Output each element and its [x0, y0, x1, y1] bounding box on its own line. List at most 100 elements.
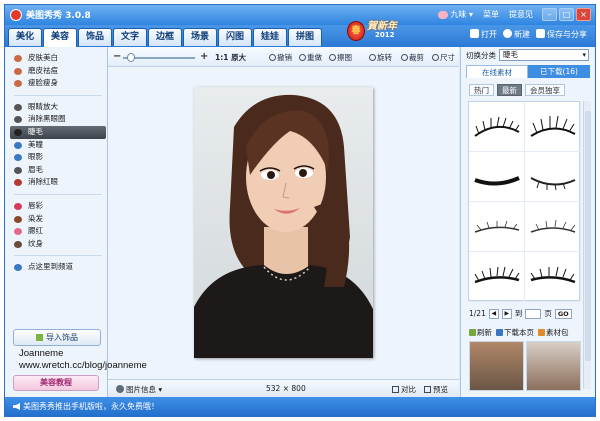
close-icon[interactable]: ×: [576, 8, 591, 21]
material-scrollbar[interactable]: [583, 101, 591, 389]
tab-doll[interactable]: 娃娃: [253, 28, 287, 46]
eyelash-item[interactable]: [469, 202, 525, 252]
editor-area: − + 1:1 原大 撤销 重做 擦图 旋转 裁剪 尺寸 图片信息 ▾ 532 …: [108, 47, 459, 397]
arrow-icon: [14, 264, 22, 272]
photo-watermark: Joanneme www.wretch.cc/blog/joanneme: [19, 348, 147, 371]
feedback-link[interactable]: 提意见: [509, 9, 533, 20]
eyelash-item[interactable]: [469, 252, 525, 302]
image-info-dropdown[interactable]: 图片信息 ▾: [116, 384, 162, 395]
lips-icon: [14, 202, 22, 210]
tab-downloaded[interactable]: 已下载(16): [528, 65, 590, 78]
go-button[interactable]: GO: [554, 308, 572, 319]
blush-icon: [14, 228, 22, 236]
subtab-newest[interactable]: 最新: [497, 84, 522, 96]
zoom-in-icon[interactable]: +: [200, 51, 208, 62]
portrait-image: [194, 87, 373, 358]
menu-skin-smoothing[interactable]: 磨皮祛痘: [10, 65, 106, 78]
material-source-tabs: 在线素材 已下载(16): [466, 65, 590, 78]
save-share-button[interactable]: 保存与分享: [536, 29, 587, 40]
face-icon: [14, 67, 22, 75]
refresh-button[interactable]: 刷新: [469, 327, 492, 338]
zoom-slider-thumb[interactable]: [126, 53, 135, 62]
menu-eyebrow[interactable]: 眉毛: [10, 164, 106, 177]
tutorial-button[interactable]: 美容教程: [13, 375, 99, 391]
crop-button[interactable]: 裁剪: [401, 52, 424, 63]
eye-icon: [14, 141, 22, 149]
tab-flash[interactable]: 闪图: [218, 28, 252, 46]
menu-skin-whitening[interactable]: 皮肤美白: [10, 52, 106, 65]
cosmetic-menu: 皮肤美白 磨皮祛痘 瘦脸瘦身 眼睛放大 消除黑眼圈 睫毛 美瞳 眼影 眉毛 消除…: [10, 52, 106, 274]
preview-icon: [424, 386, 431, 393]
tab-scene[interactable]: 场景: [183, 28, 217, 46]
prev-page-button[interactable]: ◀: [488, 308, 499, 319]
minimize-icon[interactable]: –: [542, 8, 557, 21]
menu-eyeshadow[interactable]: 眼影: [10, 151, 106, 164]
preview-button[interactable]: 预览: [424, 384, 448, 395]
compare-button[interactable]: 对比: [392, 384, 416, 395]
eyelash-item[interactable]: [525, 152, 581, 202]
user-menu[interactable]: 九味 ▾: [438, 9, 473, 20]
menu-tattoo[interactable]: 纹身: [10, 238, 106, 251]
material-pack-button[interactable]: 素材包: [538, 327, 569, 338]
material-actions: 刷新 下载本页 素材包: [469, 327, 569, 338]
app-title: 美图秀秀 3.0.8: [26, 11, 91, 21]
actual-size-button[interactable]: 1:1 原大: [215, 52, 246, 63]
tab-accessories[interactable]: 饰品: [78, 28, 112, 46]
portrait-photo[interactable]: [194, 87, 373, 358]
menu-slimming[interactable]: 瘦脸瘦身: [10, 77, 106, 90]
tab-text[interactable]: 文字: [113, 28, 147, 46]
rotate-button[interactable]: 旋转: [369, 52, 392, 63]
eyelash-item[interactable]: [525, 252, 581, 302]
redo-button[interactable]: 重做: [299, 52, 322, 63]
tab-collage[interactable]: 拼图: [288, 28, 322, 46]
eye-icon: [14, 154, 22, 162]
menu-dark-circles[interactable]: 消除黑眼圈: [10, 113, 106, 126]
size-button[interactable]: 尺寸: [432, 52, 455, 63]
image-dimensions: 532 × 800: [266, 384, 306, 393]
menu-lip-color[interactable]: 唇彩: [10, 200, 106, 213]
redo-icon: [299, 54, 306, 61]
maximize-icon[interactable]: □: [559, 8, 574, 21]
menu-blush[interactable]: 腮红: [10, 225, 106, 238]
tab-online-materials[interactable]: 在线素材: [466, 65, 528, 78]
scrollbar-thumb[interactable]: [585, 111, 591, 361]
tab-cosmetic[interactable]: 美容: [43, 28, 77, 47]
import-icon: [36, 334, 43, 341]
tab-frame[interactable]: 边框: [148, 28, 182, 46]
subtab-hot[interactable]: 热门: [469, 84, 494, 96]
eyelash-item[interactable]: [469, 102, 525, 152]
tab-beautify[interactable]: 美化: [8, 28, 42, 46]
rotate-icon: [369, 54, 376, 61]
subtab-members[interactable]: 会员独享: [525, 84, 565, 96]
eyelash-item[interactable]: [469, 152, 525, 202]
hair-icon: [14, 215, 22, 223]
category-select[interactable]: 睫毛 ▾: [499, 49, 589, 61]
menu-eye-enlarge[interactable]: 眼睛放大: [10, 101, 106, 114]
zoom-out-icon[interactable]: −: [113, 51, 121, 62]
download-page-button[interactable]: 下载本页: [496, 327, 534, 338]
new-button[interactable]: 新建: [503, 29, 530, 40]
eraser-button[interactable]: 擦图: [329, 52, 352, 63]
open-button[interactable]: 打开: [470, 29, 497, 40]
eyelash-item[interactable]: [525, 202, 581, 252]
import-accessory-button[interactable]: 导入饰品: [13, 329, 101, 346]
undo-button[interactable]: 撤销: [269, 52, 292, 63]
menu-contact-lens[interactable]: 美瞳: [10, 139, 106, 152]
title-right-menu: 九味 ▾ 菜单 提意见: [438, 9, 533, 20]
notice-link[interactable]: 美图秀秀推出手机版啦，永久免费哦！: [13, 401, 159, 412]
main-tab-bar: 美化 美容 饰品 文字 边框 场景 闪图 娃娃 拼图 春 賀新年 2012 打开…: [5, 21, 595, 47]
next-page-button[interactable]: ▶: [501, 308, 512, 319]
menu-red-eye[interactable]: 消除红眼: [10, 176, 106, 189]
face-icon: [14, 55, 22, 62]
menu-hair-dye[interactable]: 染发: [10, 213, 106, 226]
main-menu[interactable]: 菜单: [483, 9, 499, 20]
menu-channel-link[interactable]: 点这里到频道: [10, 261, 106, 274]
category-label: 切换分类: [466, 51, 496, 60]
menu-eyelashes[interactable]: 睫毛: [10, 125, 106, 139]
menu-divider: [14, 90, 102, 96]
page-input[interactable]: [525, 308, 542, 319]
material-panel: 切换分类 睫毛 ▾ 在线素材 已下载(16) 热门 最新 会员独享 1/21 ◀ …: [460, 47, 595, 397]
promo-banner[interactable]: [469, 341, 581, 391]
eyelash-item[interactable]: [525, 102, 581, 152]
eyebrow-icon: [14, 166, 22, 174]
